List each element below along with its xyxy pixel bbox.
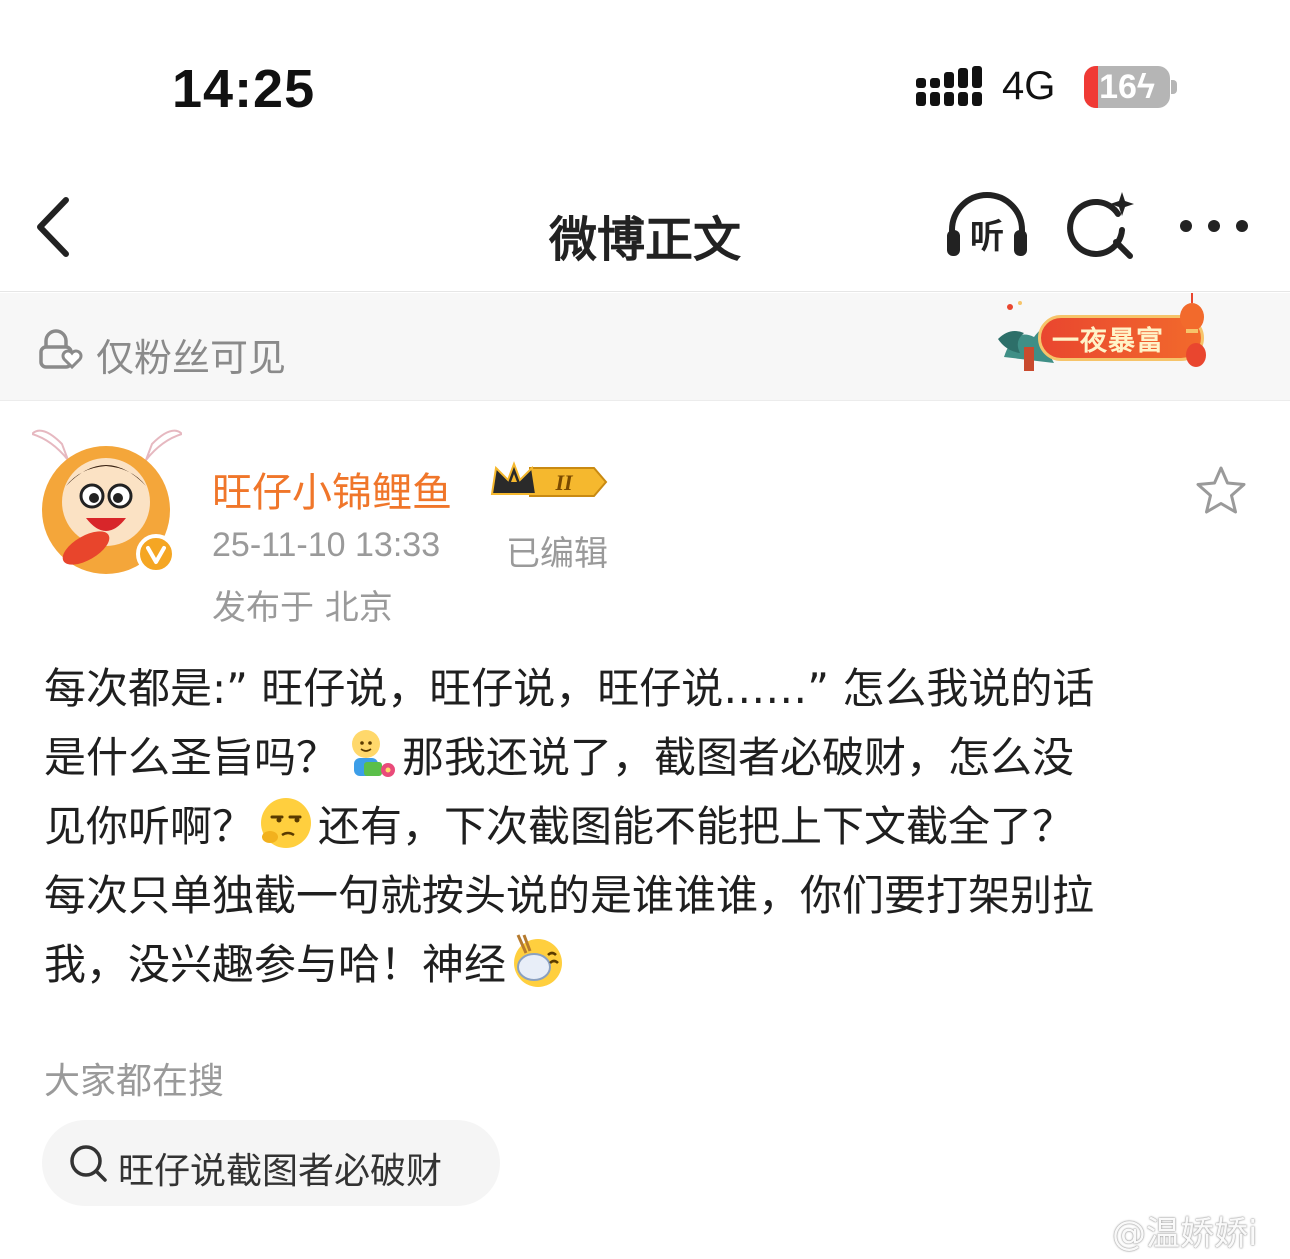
post-text: 那我还说了，截图者必破财，怎么没 [402, 733, 1075, 782]
thinking-emoji-icon [261, 798, 312, 848]
visibility-label: 仅粉丝可见 [96, 336, 287, 380]
trending-search-text: 旺仔说截图者必破财 [118, 1151, 443, 1192]
everyone-searching-title: 大家都在搜 [44, 1061, 225, 1102]
more-dots-icon[interactable] [1176, 208, 1252, 244]
promo-text: 一夜暴富 [1052, 326, 1164, 357]
post-text: 每次都是:” 旺仔说，旺仔说，旺仔说……” 怎么我说的话 [44, 664, 1095, 713]
post-text: 是什么圣旨吗？ [44, 733, 339, 782]
status-time: 14:25 [172, 59, 316, 119]
listen-headphones-icon[interactable]: 听 [944, 190, 1030, 260]
network-type: 4G [1002, 64, 1056, 108]
author-name[interactable]: 旺仔小锦鲤鱼 [212, 460, 452, 518]
back-chevron-icon[interactable] [26, 192, 86, 262]
post-line: 每次都是:” 旺仔说，旺仔说，旺仔说……” 怎么我说的话 [44, 654, 1254, 723]
status-bar: 14:25 4G 16ϟ [0, 0, 1290, 160]
post-line: 每次只单独截一句就按头说的是谁谁谁，你们要打架别拉 [44, 861, 1254, 930]
search-icon [70, 1145, 107, 1182]
weibo-watermark: @温娇娇i [1112, 1214, 1258, 1254]
trending-search-chip[interactable]: 旺仔说截图者必破财 [42, 1120, 500, 1206]
post-line: 见你听啊？ 还有，下次截图能不能把上下文截全了？ [44, 792, 1254, 861]
visibility-bar: 仅粉丝可见 一夜暴富 [0, 293, 1290, 401]
lock-heart-icon [39, 329, 83, 369]
listen-label: 听 [970, 217, 1004, 257]
post-line: 是什么圣旨吗？ 那我还说了，截图者必破财，怎么没 [44, 723, 1254, 792]
post-timestamp: 25-11-10 13:33 [212, 526, 441, 564]
promo-badge[interactable]: 一夜暴富 [994, 293, 1210, 373]
author-avatar[interactable] [32, 424, 182, 574]
nav-bar: 微博正文 听 [0, 172, 1290, 292]
post-text: 见你听啊？ [44, 802, 255, 851]
post-text: 每次只单独截一句就按头说的是谁谁谁，你们要打架别拉 [44, 871, 1095, 920]
battery-icon: 16ϟ [1084, 66, 1170, 108]
post-body: 每次都是:” 旺仔说，旺仔说，旺仔说……” 怎么我说的话 是什么圣旨吗？ 那我还说… [44, 654, 1254, 999]
post-line: 我，没兴趣参与哈！神经 [44, 930, 1254, 999]
post-text: 还有，下次截图能不能把上下文截全了？ [318, 802, 1075, 851]
vip-crown-badge-icon[interactable]: II [490, 460, 608, 504]
eating-emoji-icon [514, 934, 563, 987]
star-icon[interactable] [1194, 464, 1248, 516]
post-text: 我，没兴趣参与哈！神经 [44, 940, 507, 989]
battery-tip [1171, 80, 1177, 94]
search-sparkle-icon[interactable] [1066, 190, 1136, 264]
vip-level: II [554, 470, 574, 495]
post-location: 发布于 北京 [212, 588, 393, 628]
lantern-icon [1180, 293, 1206, 367]
battery-level: 16ϟ [1099, 68, 1155, 106]
cellular-signal-icon [916, 66, 982, 106]
gardening-emoji-icon [352, 730, 396, 777]
edited-label[interactable]: 已编辑 [506, 526, 608, 575]
